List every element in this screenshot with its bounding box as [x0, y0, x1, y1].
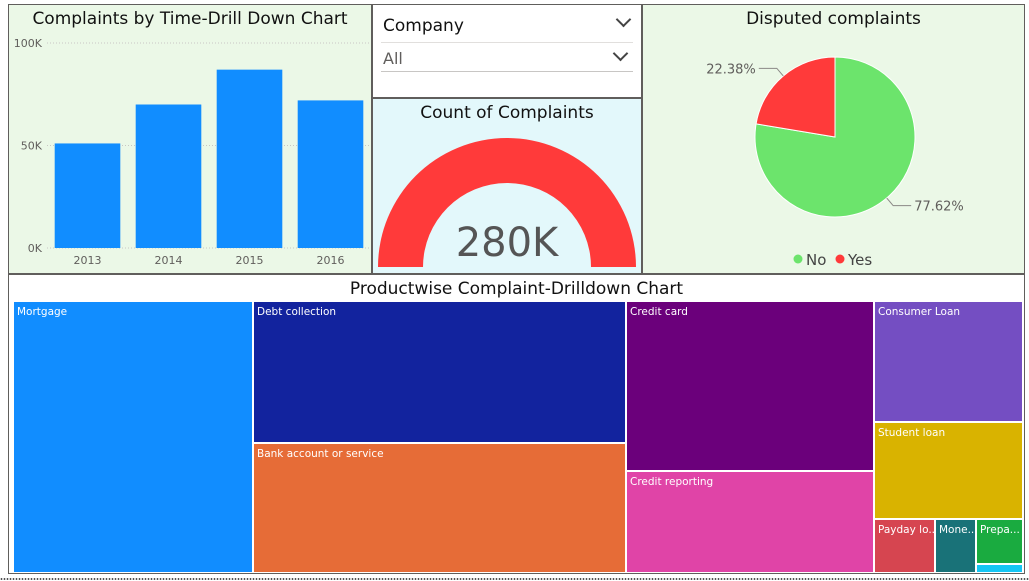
x-tick-label: 2015 [236, 254, 264, 267]
slicer-label: Company [383, 16, 464, 36]
treemap-tile-label: Credit card [630, 306, 688, 318]
y-tick-label: 0K [28, 242, 43, 255]
y-tick-label: 100K [14, 37, 43, 50]
data-label: 22.38% [706, 62, 756, 77]
gauge: 280K [378, 138, 636, 267]
leader-line [886, 197, 912, 207]
pie-slice[interactable] [755, 56, 836, 138]
bar-chart: 0K 50K 100K 2013 2014 2015 2016 [14, 37, 371, 267]
treemap-tile-label: Mortgage [17, 306, 68, 318]
company-dropdown-value: All [383, 49, 403, 68]
treemap-tile[interactable]: Bank account or service [253, 443, 626, 573]
treemap: Mortgage Debt collection Bank account or s… [13, 301, 1023, 573]
treemap-tile-label: Prepa... [980, 524, 1020, 536]
company-slicer: Company All [372, 4, 642, 98]
bar-chart-panel: Complaints by Time-Drill Down Chart 0K 50… [8, 4, 372, 274]
treemap-tile[interactable]: Debt collection [253, 301, 626, 443]
treemap-tile[interactable] [976, 564, 1023, 573]
treemap-tile[interactable]: Student loan [874, 422, 1023, 519]
treemap-tile-label: Student loan [878, 427, 946, 439]
legend-label: Yes [847, 251, 872, 269]
treemap-tile-label: Consumer Loan [878, 306, 961, 318]
x-tick-label: 2016 [317, 254, 345, 267]
treemap-tile-label: Mone... [939, 524, 976, 536]
legend-marker [793, 254, 803, 264]
x-tick-label: 2014 [155, 254, 183, 267]
gauge-value: 280K [456, 220, 560, 266]
company-dropdown[interactable]: All [381, 42, 633, 72]
pie-panel: Disputed complaints 77.62% 22.38% No Yes [642, 4, 1025, 274]
legend-marker [835, 254, 845, 264]
pie-chart: 77.62% 22.38% No Yes [706, 56, 964, 269]
count-panel: Count of Complaints 280K [372, 98, 642, 274]
legend-label: No [806, 251, 826, 269]
x-tick-label: 2013 [74, 254, 102, 267]
treemap-tile[interactable]: Mortgage [13, 301, 253, 573]
treemap-tile-label: Credit reporting [630, 476, 714, 488]
bar[interactable] [297, 100, 364, 249]
bar[interactable] [216, 69, 283, 249]
treemap-tile-label: Bank account or service [257, 448, 384, 460]
treemap-tile[interactable]: Payday lo... [874, 519, 935, 573]
chevron-down-icon[interactable] [612, 45, 629, 62]
leader-line [758, 67, 784, 77]
treemap-tile[interactable]: Prepa... [976, 519, 1023, 564]
bar[interactable] [54, 143, 121, 248]
treemap-tile[interactable]: Credit card [626, 301, 874, 471]
chevron-down-icon[interactable] [615, 11, 632, 28]
bar[interactable] [135, 104, 202, 249]
treemap-tile-label: Debt collection [257, 306, 337, 318]
y-tick-label: 50K [21, 140, 43, 153]
data-label: 77.62% [914, 200, 964, 215]
treemap-panel: Productwise Complaint-Drilldown Chart Mo… [8, 274, 1025, 574]
treemap-title: Productwise Complaint-Drilldown Chart [349, 279, 684, 299]
treemap-tile-label: Payday lo... [878, 524, 935, 536]
treemap-tile[interactable]: Credit reporting [626, 471, 874, 573]
treemap-tile[interactable]: Mone... [935, 519, 976, 573]
treemap-tile[interactable]: Consumer Loan [874, 301, 1023, 422]
page-edge [0, 577, 1029, 581]
